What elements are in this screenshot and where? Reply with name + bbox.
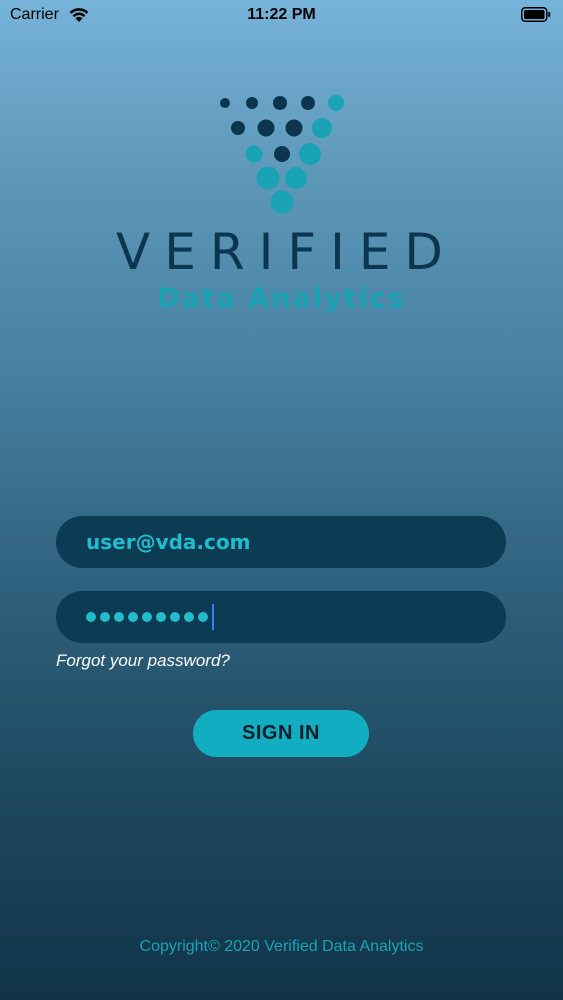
brand-name: VERIFIED (116, 223, 457, 281)
password-mask-dot (170, 612, 180, 622)
brand-subtitle: Data Analytics (157, 283, 406, 314)
battery-icon (521, 7, 551, 22)
password-mask-dot (128, 612, 138, 622)
password-field[interactable] (56, 591, 506, 643)
email-value: user@vda.com (86, 530, 251, 554)
password-mask (86, 612, 212, 622)
password-mask-dot (100, 612, 110, 622)
status-bar: Carrier 11:22 PM (0, 0, 563, 30)
password-mask-dot (156, 612, 166, 622)
password-mask-dot (142, 612, 152, 622)
logo (0, 90, 563, 220)
verified-logo-mark-icon (220, 95, 344, 214)
email-field[interactable]: user@vda.com (56, 516, 506, 568)
password-mask-dot (184, 612, 194, 622)
sign-in-button[interactable]: SIGN IN (193, 710, 369, 757)
password-mask-dot (86, 612, 96, 622)
status-time: 11:22 PM (247, 6, 316, 23)
password-mask-dot (198, 612, 208, 622)
forgot-password-link[interactable]: Forgot your password? (56, 651, 230, 671)
copyright-text: Copyright© 2020 Verified Data Analytics (139, 938, 424, 955)
text-cursor (212, 604, 214, 630)
password-mask-dot (114, 612, 124, 622)
